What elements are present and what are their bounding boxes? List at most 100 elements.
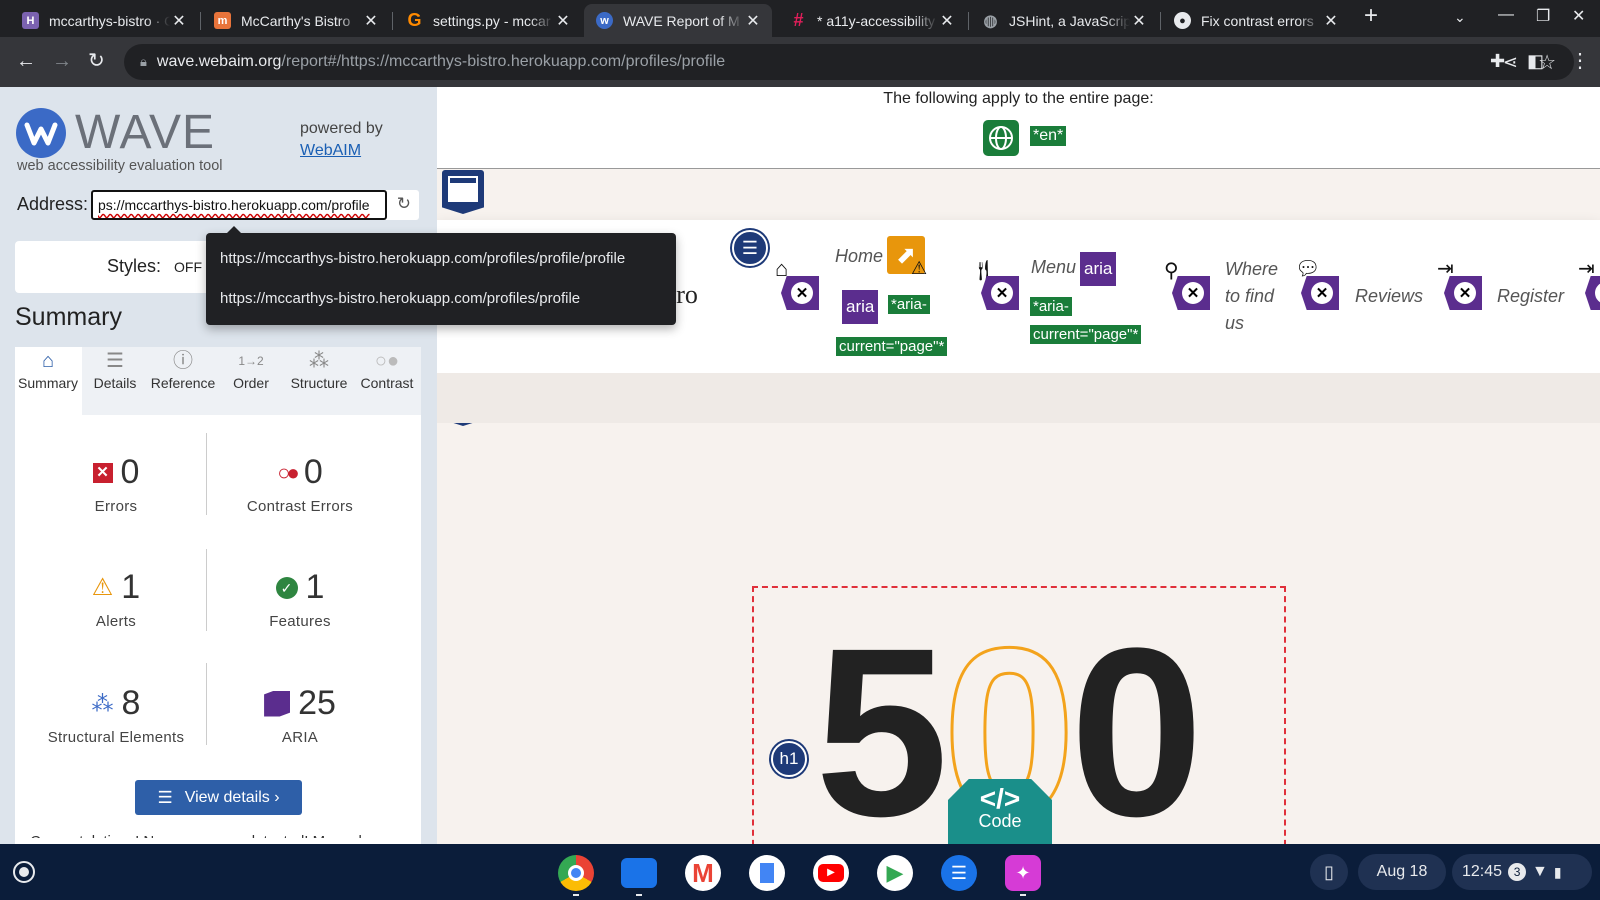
feature-icon: ✓	[275, 576, 298, 599]
close-icon[interactable]: ✕	[554, 11, 572, 31]
structural-label: Structural Elements	[47, 729, 185, 746]
nav-register-link[interactable]: Register	[1497, 283, 1564, 310]
h1-badge[interactable]: h1	[771, 741, 807, 777]
messages-icon[interactable]: ☰	[941, 855, 977, 891]
docs-icon[interactable]	[749, 855, 785, 891]
phone-hub-icon[interactable]: ▯	[1310, 854, 1348, 890]
styles-off-toggle[interactable]: OFF	[174, 259, 202, 275]
stat-contrast-errors[interactable]: ○● 0 Contrast Errors	[210, 453, 390, 515]
wifi-icon: ▼	[1532, 863, 1548, 880]
stat-errors[interactable]: ✕ 0 Errors	[26, 453, 206, 515]
tab-fix-contrast-github[interactable]: ● Fix contrast errors ✕	[1162, 4, 1350, 37]
wave-logo[interactable]: WAVE	[15, 105, 215, 160]
contrast-icon: ○●	[374, 350, 400, 372]
close-icon[interactable]: ✕	[170, 11, 188, 31]
tab-contrast[interactable]: ○● Contrast	[354, 347, 420, 391]
aria-count: 25	[298, 684, 336, 722]
tab-order[interactable]: 1→2 Order	[218, 347, 284, 391]
canvas-icon[interactable]: ✦	[1005, 855, 1041, 891]
address-input[interactable]: ps://mccarthys-bistro.herokuapp.com/prof…	[91, 190, 387, 220]
language-icon[interactable]	[983, 120, 1019, 156]
tab-search-icon[interactable]: ⌄	[1454, 9, 1466, 26]
tab-jshint[interactable]: ◍ JSHint, a JavaScrip ✕	[970, 4, 1158, 37]
stat-structural[interactable]: ⁂ 8 Structural Elements	[26, 684, 206, 746]
wave-tagline: web accessibility evaluation tool	[17, 158, 223, 174]
chrome-icon[interactable]	[558, 855, 594, 891]
error-x-icon[interactable]: ✕	[1444, 276, 1482, 310]
files-icon[interactable]	[621, 858, 657, 888]
aria-badge[interactable]: aria	[1080, 252, 1117, 286]
stat-aria[interactable]: 25 ARIA	[210, 684, 390, 746]
gmail-icon[interactable]: M	[685, 855, 721, 891]
forward-icon[interactable]: →	[52, 48, 72, 74]
address-bar[interactable]: 🔒︎ wave.webaim.org/report#/https://mccar…	[124, 44, 1574, 80]
browser-tab-strip: H mccarthys-bistro · C ✕ m McCarthy's Bi…	[0, 0, 1600, 37]
tab-settings-py[interactable]: G settings.py - mccar ✕	[394, 4, 582, 37]
minimize-icon[interactable]: —	[1498, 6, 1514, 24]
url-domain: wave.webaim.org	[156, 53, 282, 70]
code-button[interactable]: </> Code	[948, 779, 1052, 844]
aria-badge[interactable]: aria	[842, 290, 879, 324]
nav-menu-link[interactable]: Menu	[1031, 254, 1076, 281]
powered-by-text: powered by	[300, 120, 383, 137]
view-details-button[interactable]: ☰ View details ›	[135, 780, 302, 815]
stat-divider	[206, 663, 207, 745]
close-icon[interactable]: ✕	[938, 11, 956, 31]
new-tab-button[interactable]: +	[1364, 2, 1378, 30]
date-pill[interactable]: Aug 18	[1358, 854, 1446, 890]
youtube-icon[interactable]: ▶	[813, 855, 849, 891]
address-label: Address:	[17, 194, 89, 214]
close-icon[interactable]: ✕	[362, 11, 380, 31]
tab-title: WAVE Report of M	[623, 12, 740, 29]
summary-heading: Summary	[15, 303, 122, 331]
contrast-error-icon: ○●	[277, 459, 299, 485]
error-x-icon[interactable]: ✕	[1172, 276, 1210, 310]
launcher-icon[interactable]	[13, 861, 35, 883]
alert-triangle-icon: ⚠	[911, 258, 928, 278]
nav-where-link[interactable]: Where to find us	[1225, 256, 1285, 337]
lang-attribute-label: *en*	[1030, 126, 1067, 146]
tab-details[interactable]: ☰ Details	[82, 347, 148, 391]
autocomplete-option[interactable]: https://mccarthys-bistro.herokuapp.com/p…	[220, 250, 625, 267]
status-tray[interactable]: 12:45 3 ▼ ▮	[1452, 854, 1592, 890]
autocomplete-option[interactable]: https://mccarthys-bistro.herokuapp.com/p…	[220, 290, 580, 307]
close-icon[interactable]: ✕	[744, 11, 762, 31]
dock-active-indicator	[573, 894, 579, 896]
nav-home-link[interactable]: Home	[835, 243, 883, 270]
tab-summary[interactable]: ⌂ Summary	[15, 347, 81, 391]
stat-alerts[interactable]: ⚠ 1 Alerts	[26, 568, 206, 630]
tab-slack-a11y[interactable]: # * a11y-accessibility ✕	[778, 4, 966, 37]
error-x-icon[interactable]: ✕	[981, 276, 1019, 310]
share-icon[interactable]: ⋖	[1503, 52, 1518, 73]
close-window-icon[interactable]: ✕	[1572, 6, 1585, 26]
list-structure-icon[interactable]: ☰	[732, 230, 768, 266]
tab-reference[interactable]: ⓘ Reference	[150, 347, 216, 391]
refresh-icon[interactable]: ↻	[397, 194, 411, 214]
tab-title: Fix contrast errors	[1201, 12, 1314, 29]
header-icon[interactable]	[442, 170, 484, 214]
error-x-icon[interactable]: ✕	[781, 276, 819, 310]
error-x-icon[interactable]: ✕	[1585, 276, 1600, 310]
stat-features[interactable]: ✓ 1 Features	[210, 568, 390, 630]
error-x-icon[interactable]: ✕	[1301, 276, 1339, 310]
extensions-icon[interactable]: ✚	[1490, 48, 1505, 74]
wave-sidebar: WAVE web accessibility evaluation tool p…	[0, 87, 437, 900]
close-icon[interactable]: ✕	[1322, 11, 1340, 31]
tab-mccarthys-bistro[interactable]: m McCarthy's Bistro ✕	[202, 4, 390, 37]
tab-wave-report[interactable]: w WAVE Report of M ✕	[584, 4, 772, 37]
restore-icon[interactable]: ❐	[1536, 6, 1550, 26]
play-store-icon[interactable]: ▶	[877, 855, 913, 891]
entire-page-text: The following apply to the entire page:	[883, 90, 1154, 107]
url-path: /report#/https://mccarthys-bistro.heroku…	[281, 53, 726, 70]
back-icon[interactable]: ←	[16, 48, 36, 74]
tab-mccarthys-bistro-heroku[interactable]: H mccarthys-bistro · C ✕	[10, 4, 198, 37]
info-icon: ⓘ	[173, 350, 193, 372]
reload-icon[interactable]: ↻	[88, 48, 105, 74]
close-icon[interactable]: ✕	[1130, 11, 1148, 31]
webaim-link[interactable]: WebAIM	[300, 142, 361, 160]
side-panel-icon[interactable]: ◧	[1527, 48, 1544, 74]
tab-structure[interactable]: ⁂ Structure	[286, 347, 352, 391]
menu-icon[interactable]: ⋮	[1570, 48, 1590, 74]
order-icon: 1→2	[238, 354, 264, 368]
nav-reviews-link[interactable]: Reviews	[1355, 283, 1423, 310]
